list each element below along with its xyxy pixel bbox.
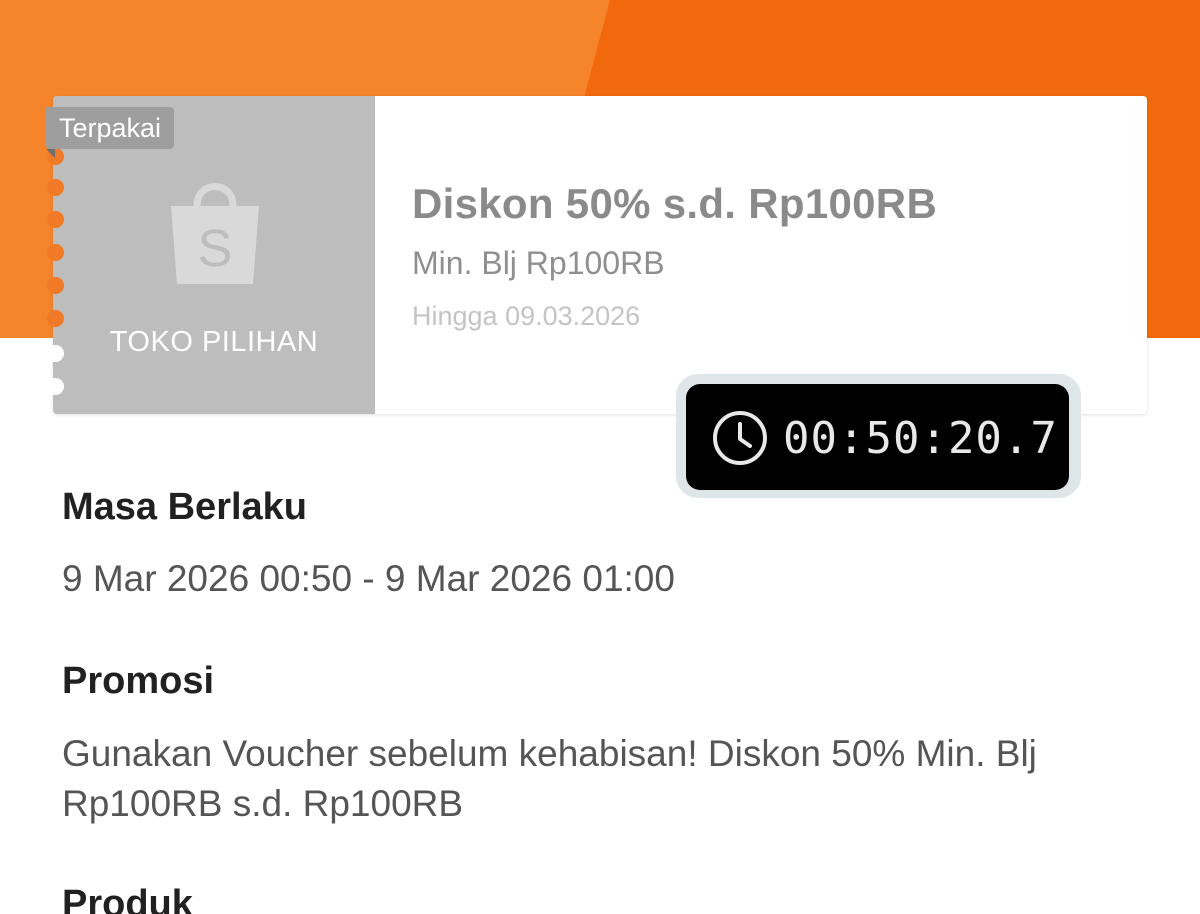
promotion-title: Promosi [62, 660, 215, 702]
shop-type-label: TOKO PILIHAN [109, 326, 319, 358]
status-badge-fold [46, 149, 55, 158]
clock-icon [713, 411, 767, 465]
validity-period: 9 Mar 2026 00:50 - 9 Mar 2026 01:00 [62, 558, 675, 599]
status-badge: Terpakai [46, 107, 175, 149]
svg-text:S: S [198, 220, 233, 278]
product-title: Produk [62, 883, 193, 914]
voucher-title: Diskon 50% s.d. Rp100RB [412, 180, 938, 227]
countdown-value: 00:50:20.7 [783, 413, 1058, 464]
shopping-bag-icon: S [171, 183, 259, 284]
promotion-description: Gunakan Voucher sebelum kehabisan! Disko… [62, 733, 1037, 824]
voucher-expiry: Hingga 09.03.2026 [412, 301, 641, 331]
voucher-min-spend: Min. Blj Rp100RB [412, 245, 665, 281]
validity-title: Masa Berlaku [62, 486, 308, 528]
